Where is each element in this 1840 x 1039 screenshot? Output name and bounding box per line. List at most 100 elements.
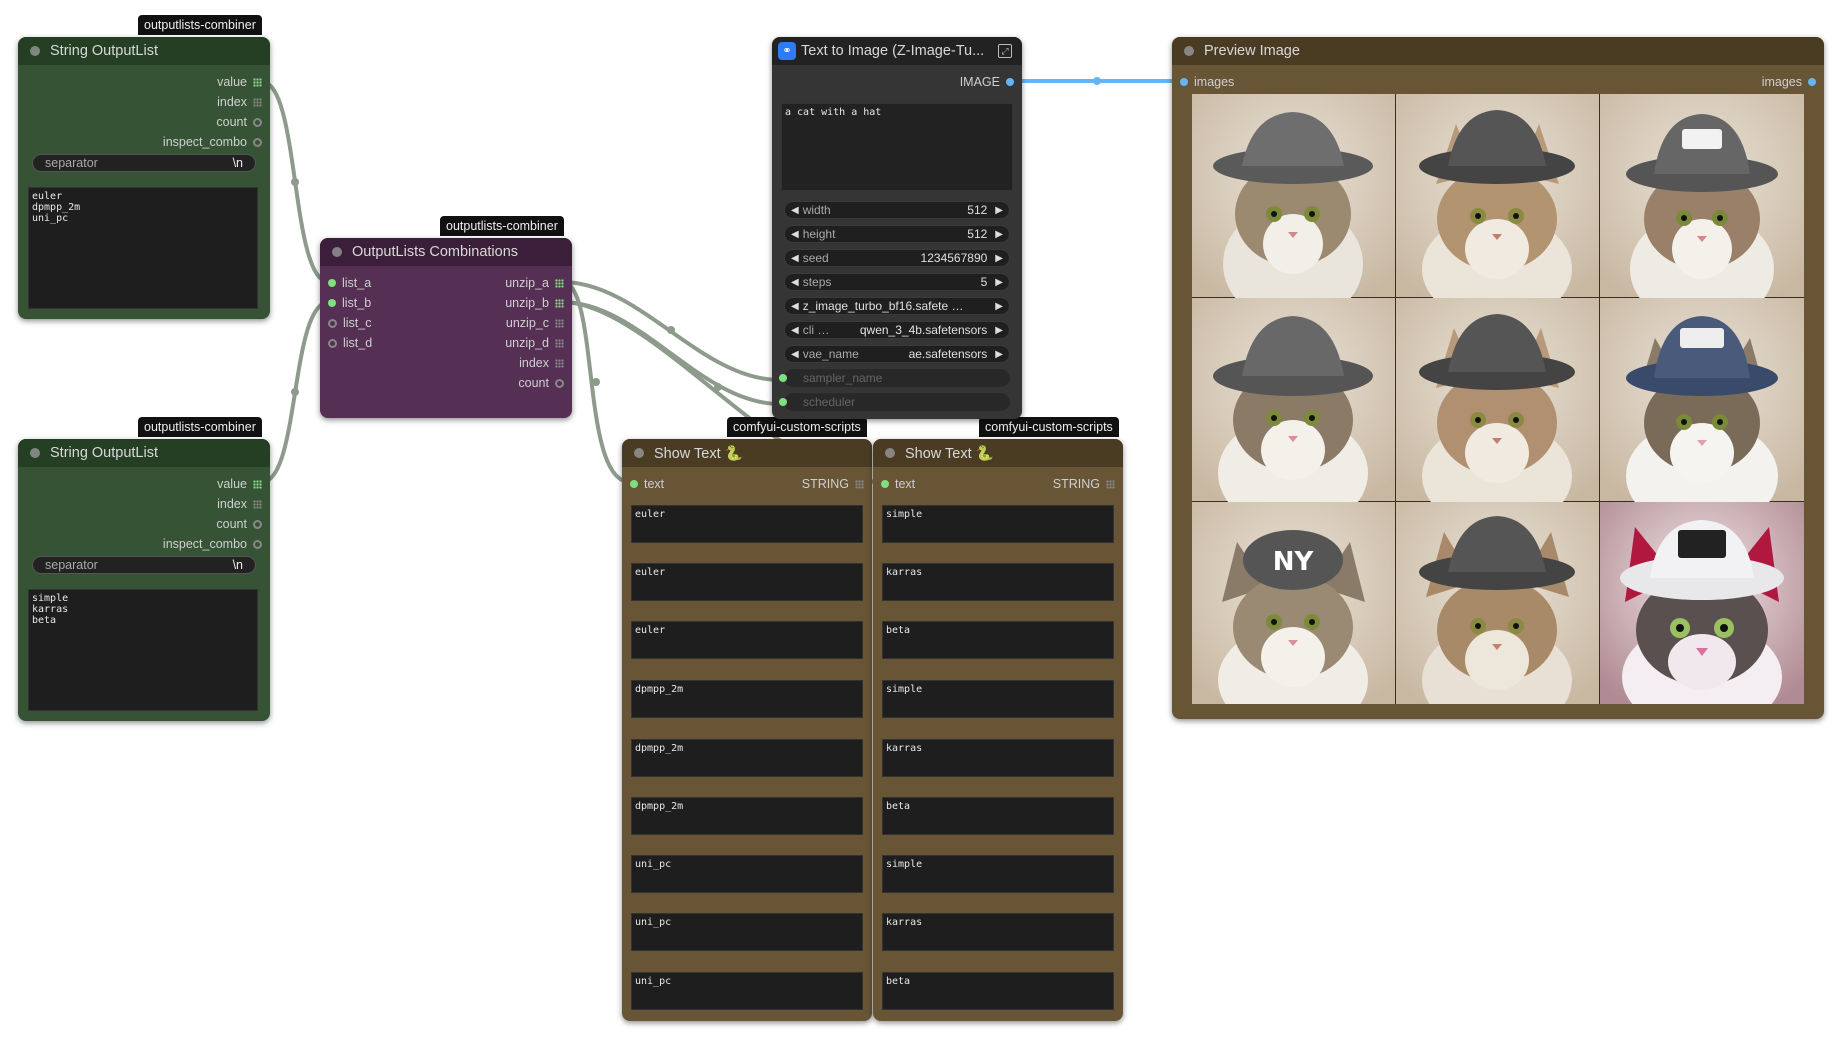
output-index[interactable]: index (519, 355, 564, 371)
decrement-arrow-icon[interactable]: ◀ (791, 277, 799, 288)
output-unzip-d[interactable]: unzip_d (505, 335, 564, 351)
socket-icon[interactable] (253, 117, 262, 127)
collapse-dot-icon[interactable] (1184, 46, 1194, 56)
output-unzip-c[interactable]: unzip_c (506, 315, 564, 331)
separator-widget[interactable]: separator \n (32, 154, 256, 172)
grid-socket-icon[interactable] (555, 298, 564, 308)
text-output-box[interactable]: uni_pc (631, 913, 863, 951)
decrement-arrow-icon[interactable]: ◀ (791, 301, 799, 312)
socket-icon[interactable] (253, 539, 262, 549)
output-value[interactable]: value (217, 476, 262, 492)
socket-icon[interactable] (1006, 78, 1014, 86)
outputlists-combinations-node[interactable]: OutputLists Combinations list_a list_b l… (320, 238, 572, 418)
sampler-name-input[interactable]: sampler_name (779, 369, 1010, 387)
text-output-box[interactable]: uni_pc (631, 972, 863, 1010)
grid-socket-icon[interactable] (555, 318, 564, 328)
collapse-dot-icon[interactable] (885, 448, 895, 458)
prompt-textarea[interactable]: a cat with a hat (781, 103, 1013, 191)
vae-name-widget[interactable]: ◀ vae_name ae.safetensors ▶ (784, 345, 1010, 363)
socket-icon[interactable] (555, 378, 564, 388)
decrement-arrow-icon[interactable]: ◀ (791, 229, 799, 240)
node-header[interactable]: String OutputList (18, 439, 270, 467)
height-widget[interactable]: ◀ height 512 ▶ (784, 225, 1010, 243)
text-output-box[interactable]: euler (631, 621, 863, 659)
text-output-box[interactable]: karras (882, 739, 1114, 777)
collapse-dot-icon[interactable] (332, 247, 342, 257)
socket-icon[interactable] (881, 480, 889, 488)
output-index[interactable]: index (217, 496, 262, 512)
input-list-a[interactable]: list_a (328, 275, 371, 291)
socket-icon[interactable] (630, 480, 638, 488)
output-images[interactable]: images (1762, 74, 1816, 90)
text-output-box[interactable]: dpmpp_2m (631, 797, 863, 835)
grid-socket-icon[interactable] (253, 77, 262, 87)
node-header[interactable]: String OutputList (18, 37, 270, 65)
input-text[interactable]: text (881, 476, 915, 492)
text-output-box[interactable]: beta (882, 621, 1114, 659)
separator-widget[interactable]: separator \n (32, 556, 256, 574)
text-output-box[interactable]: simple (882, 855, 1114, 893)
input-images[interactable]: images (1180, 74, 1234, 90)
increment-arrow-icon[interactable]: ▶ (995, 253, 1003, 264)
increment-arrow-icon[interactable]: ▶ (995, 325, 1003, 336)
grid-socket-icon[interactable] (555, 338, 564, 348)
grid-socket-icon[interactable] (555, 358, 564, 368)
width-widget[interactable]: ◀ width 512 ▶ (784, 201, 1010, 219)
node-header[interactable]: ⚭ Text to Image (Z-Image-Tu... ⤢ (772, 37, 1022, 65)
output-count[interactable]: count (518, 375, 564, 391)
increment-arrow-icon[interactable]: ▶ (995, 349, 1003, 360)
increment-arrow-icon[interactable]: ▶ (995, 301, 1003, 312)
grid-socket-icon[interactable] (555, 278, 564, 288)
output-string[interactable]: STRING (802, 476, 864, 492)
socket-icon[interactable] (328, 338, 337, 348)
increment-arrow-icon[interactable]: ▶ (995, 205, 1003, 216)
output-inspect-combo[interactable]: inspect_combo (163, 134, 262, 150)
grid-socket-icon[interactable] (253, 499, 262, 509)
node-header[interactable]: Show Text 🐍 (873, 439, 1123, 467)
increment-arrow-icon[interactable]: ▶ (995, 277, 1003, 288)
decrement-arrow-icon[interactable]: ◀ (791, 349, 799, 360)
open-subgraph-icon[interactable]: ⤢ (998, 44, 1012, 58)
text-output-box[interactable]: dpmpp_2m (631, 680, 863, 718)
socket-icon[interactable] (328, 318, 337, 328)
show-text-node-2[interactable]: Show Text 🐍 text STRING simple karras be… (873, 439, 1123, 1021)
decrement-arrow-icon[interactable]: ◀ (791, 205, 799, 216)
output-unzip-b[interactable]: unzip_b (505, 295, 564, 311)
collapse-dot-icon[interactable] (30, 448, 40, 458)
preview-image-node[interactable]: Preview Image images images NY (1172, 37, 1824, 719)
list-textarea[interactable]: euler dpmpp_2m uni_pc (28, 187, 258, 309)
text-output-box[interactable]: karras (882, 913, 1114, 951)
show-text-node-1[interactable]: Show Text 🐍 text STRING euler euler eule… (622, 439, 872, 1021)
text-output-box[interactable]: euler (631, 505, 863, 543)
output-string[interactable]: STRING (1053, 476, 1115, 492)
text-output-box[interactable]: dpmpp_2m (631, 739, 863, 777)
output-value[interactable]: value (217, 74, 262, 90)
text-output-box[interactable]: beta (882, 972, 1114, 1010)
socket-icon[interactable] (779, 398, 787, 406)
clip-name-widget[interactable]: ◀ cli … qwen_3_4b.safetensors ▶ (784, 321, 1010, 339)
string-outputlist-node-1[interactable]: String OutputList value index count insp… (18, 37, 270, 319)
input-list-d[interactable]: list_d (328, 335, 372, 351)
input-text[interactable]: text (630, 476, 664, 492)
unet-name-widget[interactable]: ◀ z_image_turbo_bf16.safete … ▶ (784, 297, 1010, 315)
text-output-box[interactable]: simple (882, 680, 1114, 718)
collapse-dot-icon[interactable] (634, 448, 644, 458)
grid-socket-icon[interactable] (253, 97, 262, 107)
output-unzip-a[interactable]: unzip_a (505, 275, 564, 291)
text-output-box[interactable]: beta (882, 797, 1114, 835)
seed-widget[interactable]: ◀ seed 1234567890 ▶ (784, 249, 1010, 267)
text-to-image-node[interactable]: ⚭ Text to Image (Z-Image-Tu... ⤢ IMAGE a… (772, 37, 1022, 419)
increment-arrow-icon[interactable]: ▶ (995, 229, 1003, 240)
output-image[interactable]: IMAGE (960, 74, 1014, 90)
node-header[interactable]: Show Text 🐍 (622, 439, 872, 467)
socket-icon[interactable] (779, 374, 787, 382)
string-outputlist-node-2[interactable]: String OutputList value index count insp… (18, 439, 270, 721)
node-header[interactable]: OutputLists Combinations (320, 238, 572, 266)
text-output-box[interactable]: euler (631, 563, 863, 601)
image-grid[interactable]: NY (1192, 94, 1804, 719)
socket-icon[interactable] (253, 519, 262, 529)
output-count[interactable]: count (216, 516, 262, 532)
steps-widget[interactable]: ◀ steps 5 ▶ (784, 273, 1010, 291)
socket-icon[interactable] (253, 137, 262, 147)
output-count[interactable]: count (216, 114, 262, 130)
